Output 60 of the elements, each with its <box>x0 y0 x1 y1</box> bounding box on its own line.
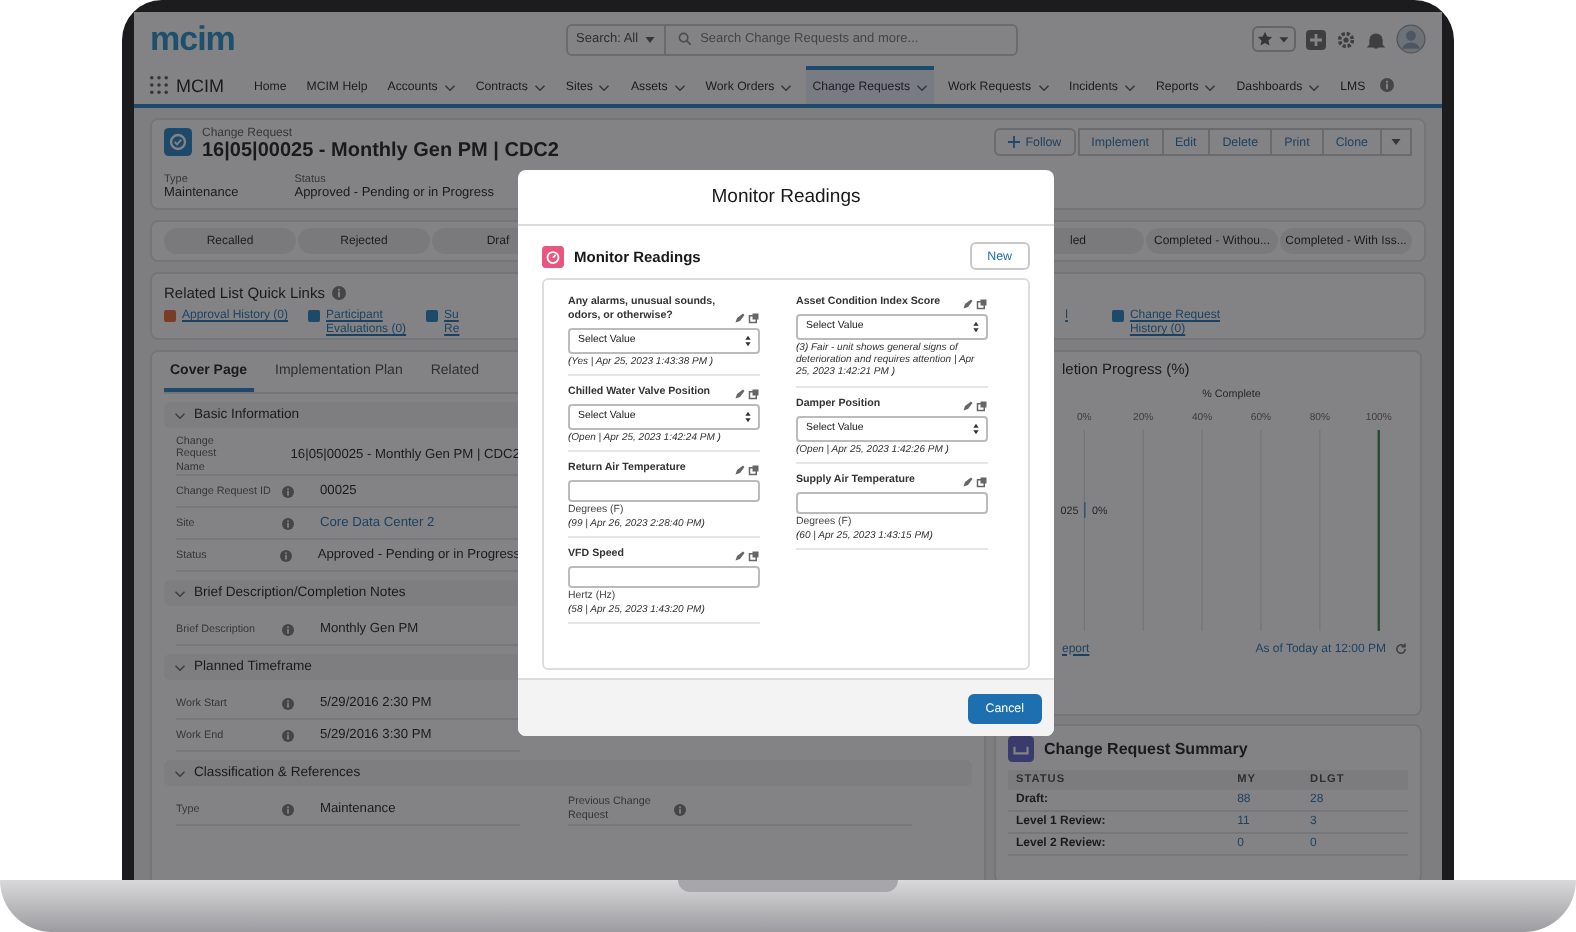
chevron-down-icon[interactable] <box>533 81 546 93</box>
info-icon <box>332 286 347 300</box>
chevron-down-icon[interactable] <box>1123 81 1136 93</box>
chevron-down-icon[interactable] <box>598 81 611 93</box>
edit-icon[interactable] <box>962 297 974 310</box>
chevron-down-icon[interactable] <box>673 81 686 93</box>
more-actions-button[interactable] <box>1380 128 1412 156</box>
modal-title: Monitor Readings <box>711 186 861 208</box>
edit-icon[interactable] <box>962 475 974 488</box>
app-name: MCIM <box>176 75 224 95</box>
copy-icon[interactable] <box>976 399 988 411</box>
chevron-icon <box>174 409 186 421</box>
edit-icon[interactable] <box>734 550 746 563</box>
copy-icon[interactable] <box>748 464 760 476</box>
info-icon <box>1379 78 1394 92</box>
edit-icon[interactable] <box>734 464 746 476</box>
chevron-down-icon[interactable] <box>916 81 928 93</box>
input-field[interactable] <box>796 491 988 514</box>
sort-arrows-icon <box>972 421 980 435</box>
copy-icon[interactable] <box>976 475 988 488</box>
edit-icon[interactable] <box>734 311 746 324</box>
plus-icon[interactable] <box>1306 29 1326 49</box>
record-title: 16|05|00025 - Monthly Gen PM | CDC2 <box>202 140 559 162</box>
input-field[interactable] <box>568 480 760 502</box>
app-launcher-icon[interactable] <box>150 76 168 94</box>
caret-icon <box>1390 136 1402 148</box>
list-icon <box>308 310 321 322</box>
sort-arrows-icon <box>744 409 752 424</box>
logo[interactable]: mcim <box>150 19 550 59</box>
caret-icon <box>644 33 657 45</box>
settings-icon[interactable] <box>1336 29 1356 49</box>
search-icon <box>678 32 693 46</box>
chevron-icon <box>174 661 186 674</box>
chevron-down-icon[interactable] <box>1204 81 1217 93</box>
list-icon <box>1111 310 1124 322</box>
favorites-button[interactable] <box>1252 26 1296 52</box>
chevron-down-icon[interactable] <box>443 81 456 93</box>
gauge-icon <box>542 245 564 267</box>
copy-icon[interactable] <box>748 387 760 400</box>
copy-icon[interactable] <box>976 297 988 310</box>
chevron-down-icon[interactable] <box>1037 81 1050 93</box>
chevron-icon <box>174 767 186 780</box>
edit-icon[interactable] <box>734 387 746 400</box>
plus-icon <box>1007 136 1020 148</box>
copy-icon[interactable] <box>748 550 760 563</box>
edit-icon[interactable] <box>962 399 974 411</box>
record-icon <box>164 128 192 156</box>
input-field[interactable] <box>568 566 760 589</box>
list-icon <box>426 310 439 322</box>
bell-icon[interactable] <box>1366 29 1386 49</box>
card-title: Change Request Summary <box>1044 740 1248 758</box>
refresh-icon[interactable] <box>1394 642 1408 656</box>
chevron-icon <box>174 587 186 600</box>
chevron-down-icon[interactable] <box>1308 81 1321 93</box>
chevron-down-icon[interactable] <box>780 81 793 93</box>
copy-icon[interactable] <box>748 311 760 324</box>
sort-arrows-icon <box>972 319 980 334</box>
list-icon <box>164 310 176 322</box>
sort-arrows-icon <box>744 333 752 348</box>
avatar-icon[interactable] <box>1396 24 1426 54</box>
